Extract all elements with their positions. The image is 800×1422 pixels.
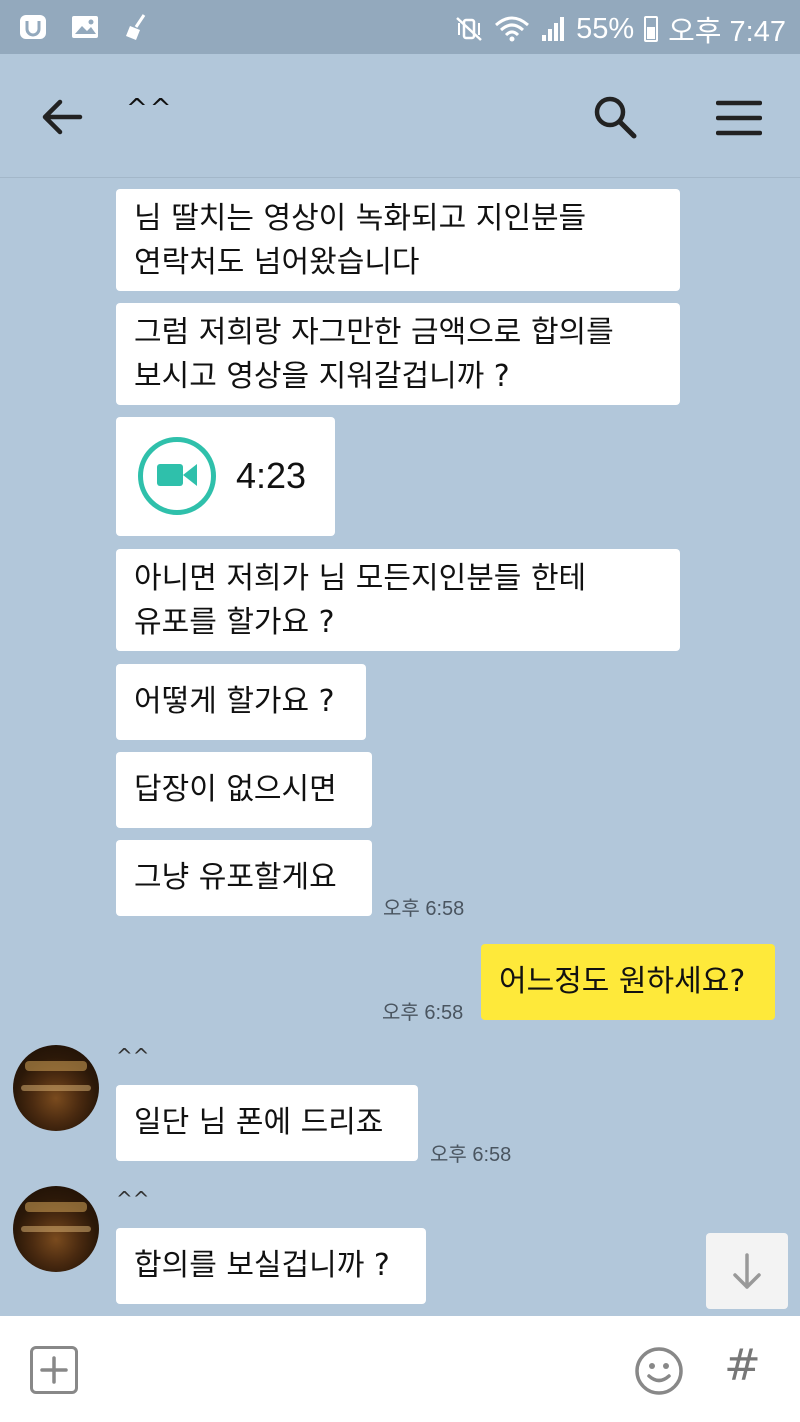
message-time: 오후 6:58 <box>382 1002 464 1024</box>
arrow-left-icon[interactable] <box>36 94 88 140</box>
video-message[interactable]: 4:23 <box>116 417 335 536</box>
message-bubble[interactable]: 합의를 보실겁니까 ? <box>116 1228 426 1304</box>
cleaner-notification-icon <box>126 14 146 40</box>
message-bubble[interactable]: 일단 님 폰에 드리죠 <box>116 1085 418 1161</box>
video-camera-icon <box>138 437 216 515</box>
video-duration: 4:23 <box>236 455 307 496</box>
message-text: 그냥 유포할게요 <box>134 860 337 895</box>
message-text: 답장이 없으시면 <box>134 772 337 807</box>
battery-percent: 55% <box>576 12 635 45</box>
message-bubble[interactable]: 답장이 없으시면 <box>116 752 372 828</box>
arrow-down-icon <box>733 1253 761 1289</box>
app-notification-icon <box>20 15 46 39</box>
message-bubble[interactable]: 아니면 저희가 님 모든지인분들 한테 유포를 할가요 ? <box>116 549 680 651</box>
my-message-bubble[interactable]: 어느정도 원하세요? <box>481 944 775 1020</box>
message-text: 어느정도 원하세요? <box>499 964 746 999</box>
chat-header: ^^ <box>0 54 800 178</box>
message-bubble[interactable]: 님 딸치는 영상이 녹화되고 지인분들 연락처도 넘어왔습니다 <box>116 189 680 291</box>
signal-icon <box>542 17 565 41</box>
battery-icon <box>644 16 659 42</box>
vibrate-mute-icon <box>456 17 482 41</box>
status-bar: 55% 오후 7:47 <box>0 0 800 54</box>
wifi-icon <box>495 16 530 42</box>
search-icon[interactable] <box>590 92 640 142</box>
sender-name: ^^ <box>116 1187 150 1211</box>
message-text: 합의를 보실겁니까 ? <box>134 1248 390 1283</box>
sender-name: ^^ <box>116 1044 150 1068</box>
message-bubble[interactable]: 그럼 저희랑 자그만한 금액으로 합의를 보시고 영상을 지워갈겁니까 ? <box>116 303 680 405</box>
scroll-down-button[interactable] <box>706 1233 788 1309</box>
emoji-icon[interactable] <box>634 1346 684 1396</box>
message-line: 그럼 저희랑 자그만한 금액으로 합의를 <box>134 315 614 350</box>
plus-icon[interactable] <box>30 1346 78 1394</box>
message-input-bar: # <box>0 1316 800 1422</box>
hash-icon[interactable]: # <box>724 1340 761 1391</box>
avatar[interactable] <box>13 1186 99 1272</box>
message-line: 유포를 할가요 ? <box>134 605 335 640</box>
image-notification-icon <box>72 16 98 38</box>
chat-title: ^^ <box>126 94 174 124</box>
message-text: 어떻게 할가요 ? <box>134 684 335 719</box>
message-bubble[interactable]: 그냥 유포할게요 <box>116 840 372 916</box>
message-line: 보시고 영상을 지워갈겁니까 ? <box>134 359 510 394</box>
message-text: 일단 님 폰에 드리죠 <box>134 1105 384 1140</box>
message-bubble[interactable]: 어떻게 할가요 ? <box>116 664 366 740</box>
clock: 오후 7:47 <box>668 16 786 48</box>
message-time: 오후 6:58 <box>430 1144 512 1166</box>
hamburger-menu-icon[interactable] <box>716 98 762 138</box>
message-line: 연락처도 넘어왔습니다 <box>134 245 420 280</box>
message-time: 오후 6:58 <box>383 898 465 920</box>
avatar[interactable] <box>13 1045 99 1131</box>
message-line: 아니면 저희가 님 모든지인분들 한테 <box>134 561 587 596</box>
message-line: 님 딸치는 영상이 녹화되고 지인분들 <box>134 201 587 236</box>
